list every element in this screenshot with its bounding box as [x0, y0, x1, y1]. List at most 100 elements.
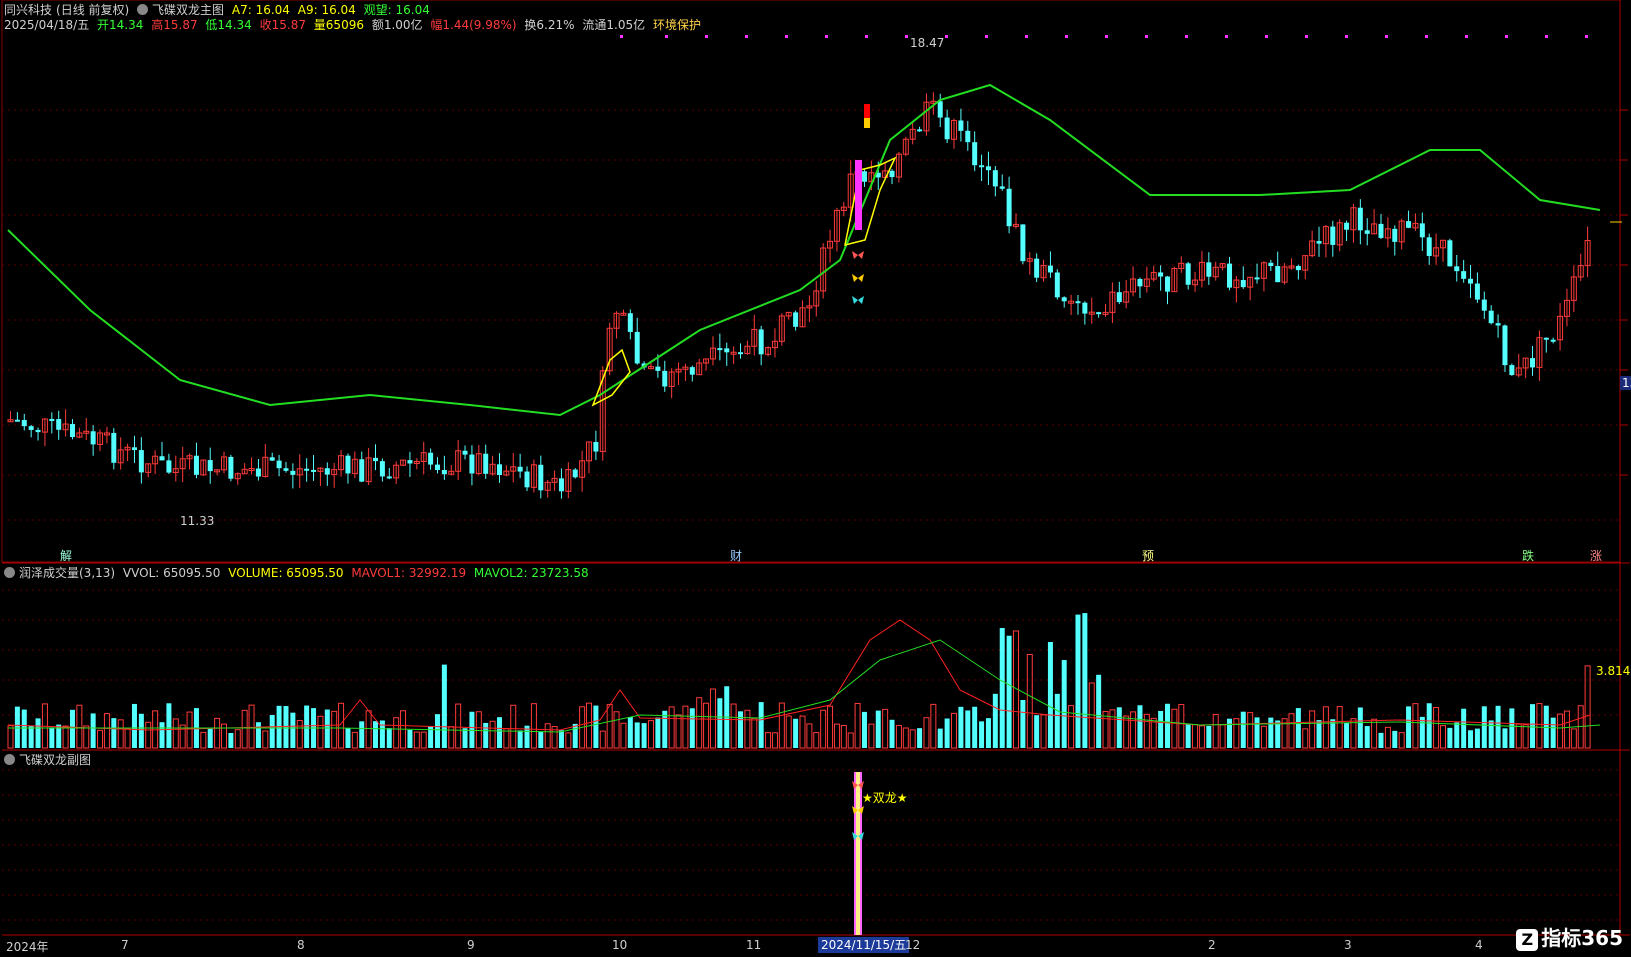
volume-bar: [1433, 707, 1440, 749]
gear-icon[interactable]: [137, 4, 149, 15]
candle-body: [269, 457, 275, 461]
stock-name[interactable]: 同兴科技: [4, 3, 52, 17]
candle-body: [1116, 292, 1122, 303]
candle-body: [1330, 226, 1336, 245]
volume-bar: [958, 706, 964, 748]
volume-bar: [373, 721, 379, 748]
candle-body: [28, 426, 34, 430]
event-marker-forecast[interactable]: 预: [1142, 549, 1154, 563]
candle-body: [21, 420, 27, 427]
volume-bar: [606, 704, 613, 749]
volume-bar: [917, 728, 923, 748]
volume-bar: [1330, 719, 1336, 748]
volume-bar: [28, 725, 34, 748]
event-marker-up[interactable]: 涨: [1590, 549, 1602, 563]
volume-bar: [1309, 710, 1316, 749]
volume-bar: [359, 721, 365, 748]
volume-bar: [1143, 713, 1150, 749]
period-label[interactable]: (日线 前复权): [56, 3, 129, 17]
quote-sector[interactable]: 环境保护: [653, 18, 701, 32]
candle-body: [166, 460, 172, 473]
sub-panel-title[interactable]: 飞碟双龙副图: [19, 753, 91, 767]
volume-title[interactable]: 润泽成交量(3,13): [19, 566, 115, 580]
candle-body: [985, 166, 991, 171]
volume-bar: [854, 702, 861, 749]
volume-bar: [1570, 728, 1577, 749]
candle-body: [1158, 272, 1164, 277]
x-axis-label: 9: [467, 938, 475, 952]
event-marker-unlock[interactable]: 解: [60, 549, 72, 563]
signal-dot: [1505, 35, 1508, 38]
volume-bar: [985, 718, 991, 748]
volume-bar: [909, 729, 916, 749]
volume-bar: [262, 730, 269, 749]
event-marker-down[interactable]: 跌: [1522, 549, 1534, 563]
volume-scale-label: 3.814: [1596, 664, 1631, 678]
volume-bar: [799, 715, 806, 749]
volume-bar: [1509, 708, 1515, 748]
volume-bar: [1412, 703, 1419, 749]
volume-bar: [1260, 725, 1267, 749]
brand-logo: Z 指标365: [1516, 922, 1623, 951]
candle-body: [1082, 302, 1088, 314]
volume-bar: [1034, 715, 1040, 748]
volume-bar: [738, 711, 744, 748]
volume-bar: [1522, 724, 1529, 749]
volume-value: VOLUME: 65095.50: [228, 566, 344, 580]
volume-bar: [765, 732, 772, 749]
volume-bar: [895, 724, 902, 749]
chart-stage[interactable]: 同兴科技 (日线 前复权) 飞碟双龙主图 A7: 16.04 A9: 16.04 …: [0, 0, 1631, 957]
volume-bar: [420, 731, 427, 749]
volume-bar: [758, 702, 764, 748]
volume-bar: [331, 710, 338, 749]
quote-close: 收15.87: [259, 18, 306, 32]
volume-bar: [131, 703, 137, 748]
candle-body: [1495, 323, 1501, 326]
volume-bar: [833, 723, 840, 749]
candlestick-chart-canvas[interactable]: [0, 0, 1631, 957]
volume-bar: [1563, 710, 1570, 749]
indicator-name[interactable]: 飞碟双龙主图: [152, 3, 224, 17]
sub-panel-header: 飞碟双龙副图: [4, 752, 95, 768]
volume-bar: [1502, 728, 1508, 748]
quote-turnover: 换6.21%: [524, 18, 575, 32]
volume-bar: [90, 713, 96, 748]
candle-body: [1061, 297, 1067, 302]
gear-icon[interactable]: [4, 567, 15, 578]
volume-bar: [861, 711, 867, 748]
candle-body: [1344, 222, 1350, 230]
gear-icon[interactable]: [4, 754, 15, 765]
low-price-mark: 11.33: [180, 514, 215, 528]
quote-bar: 2025/04/18/五 开14.34 高15.87 低14.34 收15.87…: [4, 17, 705, 33]
candle-body: [373, 457, 379, 462]
candle-body: [1006, 188, 1012, 227]
x-axis-label: 3: [1344, 938, 1352, 952]
volume-bar: [1316, 720, 1322, 748]
candle-body: [627, 313, 633, 332]
candle-body: [793, 312, 799, 327]
candle-body: [462, 450, 468, 455]
volume-bar: [124, 728, 131, 749]
signal-column-core: [856, 772, 860, 935]
event-marker-finance[interactable]: 财: [730, 549, 742, 563]
volume-bar: [689, 708, 695, 748]
volume-bar: [324, 709, 330, 748]
butterfly-icon: [852, 251, 864, 259]
candle-body: [572, 469, 578, 478]
volume-bar: [544, 723, 551, 749]
moving-average-line: [7, 83, 1601, 417]
candle-body: [304, 468, 310, 471]
candle-body: [496, 464, 502, 476]
candle-body: [861, 171, 867, 182]
volume-bar: [1322, 706, 1329, 749]
candle-body: [1447, 240, 1453, 267]
candle-body: [917, 129, 923, 132]
x-axis-label: 4: [1475, 938, 1483, 952]
volume-bar: [1082, 613, 1088, 748]
volume-bar: [1371, 718, 1378, 749]
candle-body: [207, 460, 213, 472]
brand-name: 指标365: [1541, 926, 1623, 950]
volume-bar: [14, 706, 20, 748]
volume-bar: [1123, 715, 1130, 749]
volume-bar: [979, 721, 985, 748]
